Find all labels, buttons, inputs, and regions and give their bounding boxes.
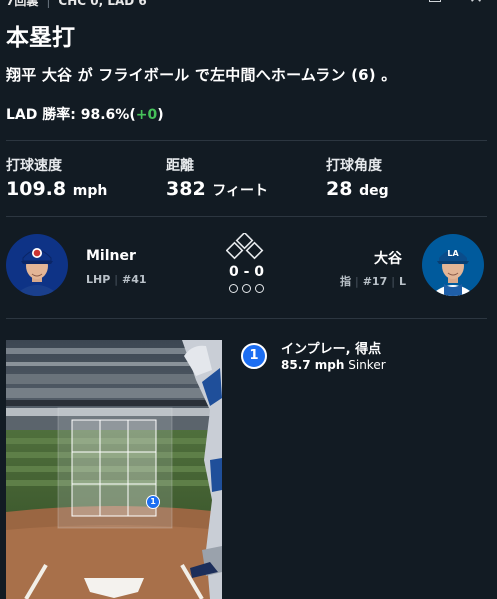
out-dot: [255, 284, 264, 293]
pitcher-role: LHP: [86, 273, 111, 286]
batter-avatar[interactable]: LA: [422, 234, 484, 296]
stat-unit: deg: [359, 183, 389, 199]
top-bar: 7回裏|CHC 0, LAD 6 ✕: [0, 0, 497, 10]
play-description: 翔平 大谷 が フライボール で左中間へホームラン (6) 。: [6, 66, 397, 84]
stat-value: 28: [326, 178, 353, 200]
stat-launch-angle: 打球角度 28 deg: [326, 155, 389, 200]
maximize-icon[interactable]: [427, 0, 443, 6]
stat-distance: 距離 382 フィート: [166, 155, 268, 200]
pitcher-info: LHP | #41: [86, 273, 147, 286]
stat-label: 打球角度: [326, 158, 382, 174]
pitcher-name: Milner: [86, 248, 136, 264]
win-probability-delta-close: ): [157, 107, 164, 123]
stat-value: 382: [166, 178, 206, 200]
win-probability-delta: +0: [135, 107, 158, 123]
game-context: 7回裏 | CHC 0, LAD 6: [6, 0, 147, 9]
divider: [6, 140, 487, 141]
batter-bats: L: [398, 275, 406, 288]
outs-indicator: [229, 284, 264, 293]
pitch-video[interactable]: 1: [6, 340, 222, 599]
pitcher-avatar[interactable]: [6, 234, 68, 296]
divider: [6, 216, 487, 217]
stat-value: 109.8: [6, 178, 67, 200]
inning-label: 7回裏: [6, 0, 39, 8]
ball-strike-count: 0 - 0: [229, 264, 265, 280]
pitch-marker-number: 1: [150, 497, 156, 506]
pitch-location-marker[interactable]: 1: [146, 495, 160, 509]
play-title: 本塁打: [6, 25, 75, 51]
pitch-detail: 85.7 mph Sinker: [281, 358, 386, 372]
close-icon[interactable]: ✕: [468, 0, 484, 7]
batter-role: 指: [340, 275, 351, 288]
stat-unit: フィート: [212, 183, 269, 199]
win-probability: LAD 勝率: 98.6%(+0): [6, 104, 164, 124]
divider: [6, 318, 487, 319]
stat-exit-velocity: 打球速度 109.8 mph: [6, 155, 107, 200]
win-probability-label: LAD 勝率:: [6, 107, 76, 123]
out-dot: [242, 284, 251, 293]
batter-number: #17: [362, 275, 388, 288]
out-dot: [229, 284, 238, 293]
batter-name: 大谷: [374, 251, 402, 267]
stat-label: 距離: [166, 158, 194, 174]
pitch-type: Sinker: [348, 358, 386, 372]
stat-unit: mph: [72, 183, 108, 199]
bases-diamond-icon: [225, 231, 266, 265]
pitch-result: インプレー, 得点: [281, 342, 382, 357]
batter-info: 指 | #17 | L: [340, 275, 406, 288]
win-probability-value: 98.6%: [80, 107, 130, 123]
svg-text:LA: LA: [447, 249, 459, 258]
pitch-speed: 85.7 mph: [281, 358, 345, 372]
score-label: CHC 0, LAD 6: [58, 0, 147, 8]
stat-label: 打球速度: [6, 158, 62, 174]
pitch-number-badge: 1: [241, 343, 267, 369]
pitcher-number: #41: [122, 273, 147, 286]
